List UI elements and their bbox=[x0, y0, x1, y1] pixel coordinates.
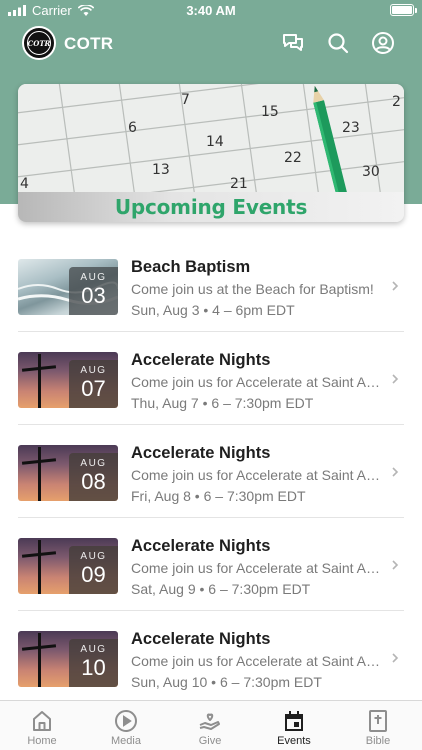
event-thumbnail: AUG 07 bbox=[18, 352, 118, 408]
home-icon bbox=[33, 711, 51, 731]
tab-label: Give bbox=[198, 735, 222, 747]
event-thumbnail: AUG 08 bbox=[18, 445, 118, 501]
cal-num: 23 bbox=[342, 120, 360, 136]
event-item[interactable]: AUG 10 Accelerate Nights Come join us fo… bbox=[0, 612, 422, 704]
cal-num: 7 bbox=[181, 92, 190, 108]
date-badge: AUG 07 bbox=[69, 360, 118, 408]
cal-num: 22 bbox=[284, 150, 302, 166]
cross-image bbox=[38, 354, 41, 408]
divider bbox=[18, 610, 404, 611]
divider bbox=[18, 424, 404, 425]
status-time: 3:40 AM bbox=[186, 3, 236, 18]
date-badge-month: AUG bbox=[80, 551, 107, 562]
event-item[interactable]: AUG 09 Accelerate Nights Come join us fo… bbox=[0, 519, 422, 611]
account-icon bbox=[372, 32, 394, 54]
event-item[interactable]: AUG 07 Accelerate Nights Come join us fo… bbox=[0, 333, 422, 425]
event-time: Sun, Aug 3 • 4 – 6pm EDT bbox=[131, 302, 295, 318]
calendar-icon bbox=[285, 711, 303, 731]
cal-num: 2 bbox=[392, 94, 401, 110]
chat-button[interactable] bbox=[280, 30, 306, 56]
chevron-right-icon bbox=[392, 467, 399, 477]
event-description: Come join us for Accelerate at Saint Aug… bbox=[131, 374, 385, 390]
chat-icon bbox=[283, 34, 303, 51]
tab-label: Bible bbox=[365, 735, 391, 747]
tab-media[interactable]: Media bbox=[84, 701, 168, 750]
event-title: Accelerate Nights bbox=[131, 537, 271, 555]
cal-num: 13 bbox=[152, 162, 170, 178]
event-title: Accelerate Nights bbox=[131, 444, 271, 462]
cal-num: 14 bbox=[206, 134, 224, 150]
banner-title-strip: Upcoming Events bbox=[18, 192, 404, 222]
battery-icon bbox=[390, 4, 417, 16]
date-badge-day: 08 bbox=[81, 469, 106, 494]
date-badge: AUG 03 bbox=[69, 267, 118, 315]
cross-image bbox=[38, 540, 41, 594]
tab-home[interactable]: Home bbox=[0, 701, 84, 750]
event-title: Accelerate Nights bbox=[131, 351, 271, 369]
cal-num: 21 bbox=[230, 176, 248, 192]
event-time: Sat, Aug 9 • 6 – 7:30pm EDT bbox=[131, 581, 311, 597]
app-title: COTR bbox=[64, 34, 114, 53]
date-badge: AUG 08 bbox=[69, 453, 118, 501]
event-thumbnail: AUG 09 bbox=[18, 538, 118, 594]
cal-num: 15 bbox=[261, 104, 279, 120]
divider bbox=[18, 331, 404, 332]
date-badge-month: AUG bbox=[80, 272, 107, 283]
event-description: Come join us for Accelerate at Saint Aug… bbox=[131, 467, 385, 483]
event-thumbnail: AUG 03 bbox=[18, 259, 118, 315]
chevron-right-icon bbox=[392, 653, 399, 663]
cross-image bbox=[38, 447, 41, 501]
event-description: Come join us at the Beach for Baptism! bbox=[131, 281, 374, 297]
chevron-right-icon bbox=[392, 374, 399, 384]
event-description: Come join us for Accelerate at Saint Aug… bbox=[131, 653, 385, 669]
event-time: Thu, Aug 7 • 6 – 7:30pm EDT bbox=[131, 395, 314, 411]
chevron-right-icon bbox=[392, 560, 399, 570]
event-thumbnail: AUG 10 bbox=[18, 631, 118, 687]
search-icon bbox=[328, 33, 349, 54]
date-badge-day: 03 bbox=[81, 283, 106, 308]
event-time: Fri, Aug 8 • 6 – 7:30pm EDT bbox=[131, 488, 306, 504]
date-badge-day: 09 bbox=[81, 562, 106, 587]
bible-icon bbox=[369, 710, 387, 732]
app-logo[interactable]: COTR bbox=[22, 26, 56, 60]
tab-give[interactable]: Give bbox=[168, 701, 252, 750]
date-badge: AUG 09 bbox=[69, 546, 118, 594]
date-badge-month: AUG bbox=[80, 365, 107, 376]
date-badge-month: AUG bbox=[80, 458, 107, 469]
upcoming-events-banner: 7 15 6 14 22 4 13 21 23 30 2 Upcoming Ev… bbox=[18, 84, 404, 222]
cal-num: 4 bbox=[20, 176, 29, 192]
give-icon bbox=[199, 713, 220, 730]
divider bbox=[18, 517, 404, 518]
tab-bar: Home Media Give Events Bible bbox=[0, 700, 422, 750]
event-item[interactable]: AUG 03 Beach Baptism Come join us at the… bbox=[0, 240, 422, 332]
date-badge-day: 07 bbox=[81, 376, 106, 401]
tab-label: Media bbox=[111, 735, 141, 747]
banner-title: Upcoming Events bbox=[114, 195, 308, 219]
cal-num: 30 bbox=[362, 164, 380, 180]
date-badge: AUG 10 bbox=[69, 639, 118, 687]
logo-text: COTR bbox=[27, 38, 51, 48]
profile-button[interactable] bbox=[370, 30, 396, 56]
search-button[interactable] bbox=[325, 30, 351, 56]
date-badge-month: AUG bbox=[80, 644, 107, 655]
tab-events[interactable]: Events bbox=[252, 701, 336, 750]
event-time: Sun, Aug 10 • 6 – 7:30pm EDT bbox=[131, 674, 322, 690]
event-title: Beach Baptism bbox=[131, 258, 251, 276]
tab-bible[interactable]: Bible bbox=[336, 701, 420, 750]
top-nav: COTR COTR bbox=[0, 24, 422, 64]
cross-image bbox=[38, 633, 41, 687]
play-icon bbox=[115, 710, 137, 732]
event-title: Accelerate Nights bbox=[131, 630, 271, 648]
tab-label: Events bbox=[277, 735, 311, 747]
status-bar: Carrier 3:40 AM bbox=[0, 0, 422, 22]
cal-num: 6 bbox=[128, 120, 137, 136]
chevron-right-icon bbox=[392, 281, 399, 291]
event-description: Come join us for Accelerate at Saint Aug… bbox=[131, 560, 385, 576]
tab-label: Home bbox=[27, 735, 57, 747]
event-item[interactable]: AUG 08 Accelerate Nights Come join us fo… bbox=[0, 426, 422, 518]
date-badge-day: 10 bbox=[81, 655, 106, 680]
